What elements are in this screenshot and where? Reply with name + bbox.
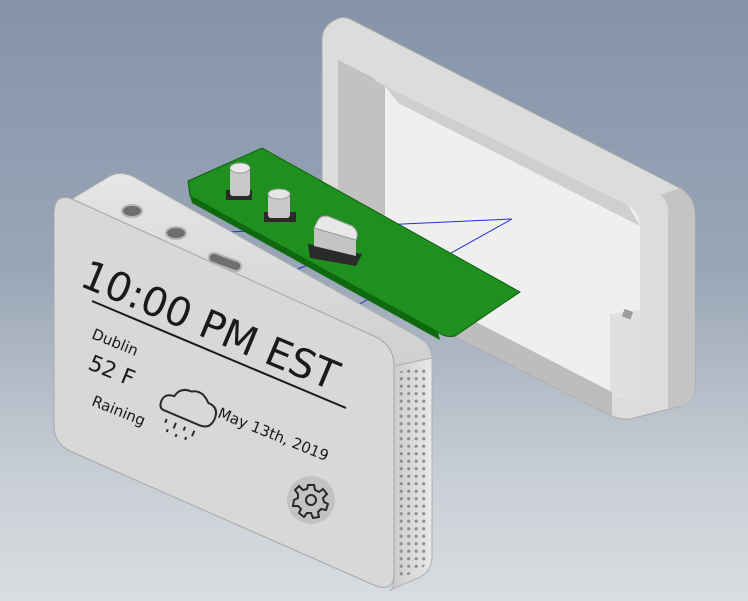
gear-icon[interactable] bbox=[287, 476, 335, 524]
button-hole-1 bbox=[121, 204, 143, 218]
button-hole-2 bbox=[165, 226, 187, 240]
